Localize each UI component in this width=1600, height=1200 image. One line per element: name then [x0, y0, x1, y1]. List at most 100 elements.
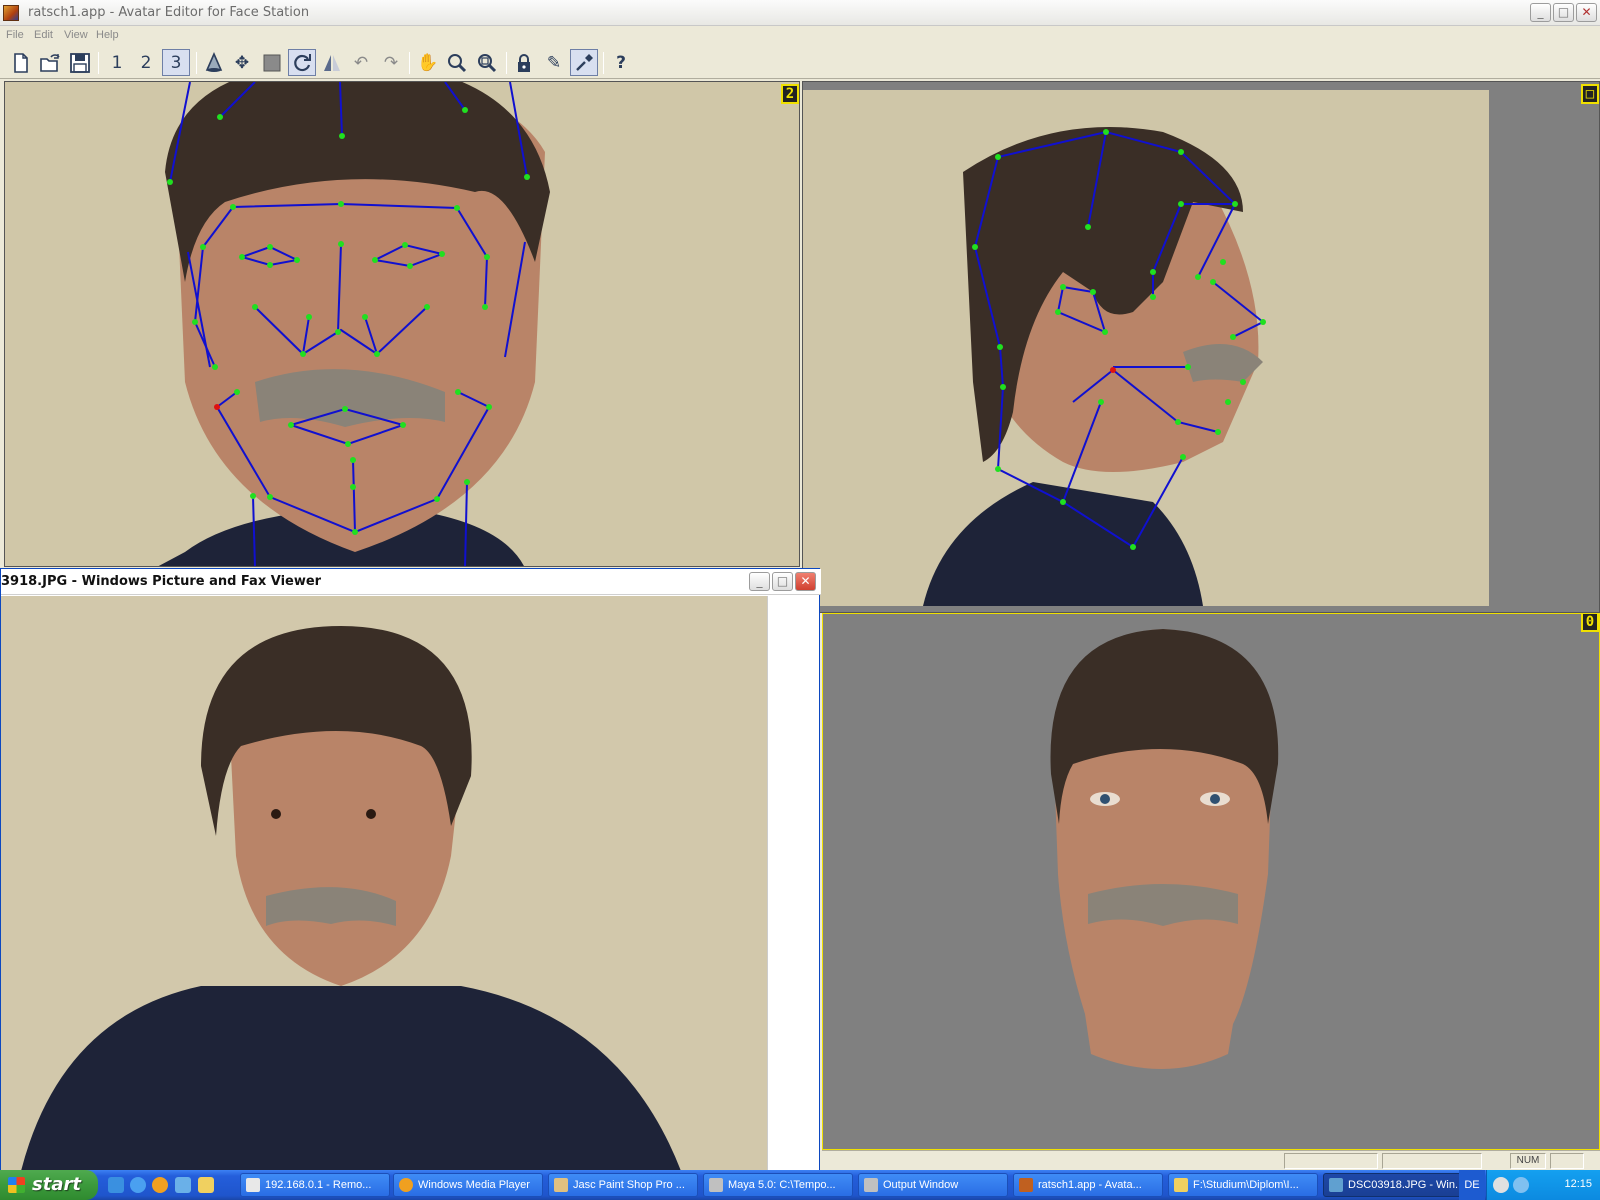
status-cell	[1284, 1153, 1378, 1169]
rotate-tool-button[interactable]	[288, 49, 316, 76]
open-file-button[interactable]	[36, 49, 64, 76]
taskbar-item-maya[interactable]: Maya 5.0: C:\Tempo...	[703, 1173, 853, 1197]
viewer-image-canvas	[1, 596, 767, 1171]
menu-edit[interactable]: Edit	[34, 29, 53, 41]
cone-tool-button[interactable]	[200, 49, 228, 76]
clock: 12:15	[1564, 1178, 1592, 1190]
zoom-extents-icon	[478, 53, 497, 72]
toolbar: 1 2 3 ✥ ↶ ↷ ✋ ✎ ?	[0, 46, 1600, 79]
menu-file[interactable]: File	[6, 29, 24, 41]
portrait-photo	[1, 596, 767, 1171]
model-viewport[interactable]: 0	[822, 613, 1600, 1150]
save-file-button[interactable]	[66, 49, 94, 76]
viewport-tag: 0	[1581, 614, 1599, 632]
redo-button[interactable]: ↷	[377, 49, 405, 76]
picture-viewer-icon	[1329, 1178, 1343, 1192]
folder-icon[interactable]	[198, 1177, 214, 1193]
mirror-icon	[324, 54, 340, 71]
menu-bar: File Edit View Help	[0, 26, 1600, 46]
taskbar-item-paint-shop[interactable]: Jasc Paint Shop Pro ...	[548, 1173, 698, 1197]
view-3-button[interactable]: 3	[162, 49, 190, 76]
viewer-close-button[interactable]: ✕	[795, 572, 816, 591]
mirror-tool-button[interactable]	[318, 49, 346, 76]
system-tray: DE 12:15	[1459, 1170, 1600, 1200]
pick-icon	[576, 53, 593, 71]
taskbar-item-picture-viewer[interactable]: DSC03918.JPG - Win...	[1323, 1173, 1473, 1197]
help-button[interactable]: ?	[607, 49, 635, 76]
new-file-icon	[14, 52, 28, 73]
tray-expand-icon[interactable]	[1493, 1177, 1509, 1193]
viewer-minimize-button[interactable]: _	[749, 572, 770, 591]
viewer-maximize-button[interactable]: □	[772, 572, 793, 591]
taskbar-item-remote-desktop[interactable]: 192.168.0.1 - Remo...	[240, 1173, 390, 1197]
browser-icon[interactable]	[130, 1177, 146, 1193]
internet-explorer-icon[interactable]	[108, 1177, 124, 1193]
lock-button[interactable]	[510, 49, 538, 76]
taskbar-item-avatar-editor[interactable]: ratsch1.app - Avata...	[1013, 1173, 1163, 1197]
task-label: Windows Media Player	[418, 1179, 530, 1191]
app-title: ratsch1.app - Avatar Editor for Face Sta…	[28, 5, 310, 20]
front-wireframe	[167, 82, 530, 566]
rotate-icon	[294, 53, 311, 71]
textured-head-model	[1050, 629, 1279, 1069]
toolbar-separator	[98, 52, 99, 74]
taskbar-item-explorer[interactable]: F:\Studium\Diplom\I...	[1168, 1173, 1318, 1197]
maximize-button[interactable]: □	[1553, 3, 1574, 22]
outlook-icon[interactable]	[175, 1177, 191, 1193]
task-label: Maya 5.0: C:\Tempo...	[728, 1179, 836, 1191]
viewer-scrollbar[interactable]	[767, 596, 819, 1171]
zoom-extents-button[interactable]	[473, 49, 501, 76]
toolbar-separator	[196, 52, 197, 74]
move-tool-button[interactable]: ✥	[228, 49, 256, 76]
maya-icon	[709, 1178, 723, 1192]
task-label: 192.168.0.1 - Remo...	[265, 1179, 372, 1191]
side-wireframe	[972, 129, 1266, 550]
app-icon	[3, 5, 19, 21]
pick-tool-button[interactable]	[570, 49, 598, 76]
toolbar-separator	[506, 52, 507, 74]
task-label: F:\Studium\Diplom\I...	[1193, 1179, 1299, 1191]
num-lock-indicator: NUM	[1510, 1153, 1546, 1169]
network-icon[interactable]	[1513, 1177, 1529, 1193]
square-icon	[263, 54, 281, 71]
pan-hand-button[interactable]: ✋	[414, 49, 442, 76]
floppy-disk-icon	[70, 52, 90, 73]
view-1-button[interactable]: 1	[103, 49, 131, 76]
view-2-button[interactable]: 2	[132, 49, 160, 76]
menu-help[interactable]: Help	[96, 29, 119, 41]
pencil-button[interactable]: ✎	[540, 49, 568, 76]
remote-desktop-icon	[246, 1178, 260, 1192]
menu-view[interactable]: View	[64, 29, 88, 41]
paint-shop-icon	[554, 1178, 568, 1192]
side-viewport[interactable]: □	[802, 81, 1600, 613]
media-player-icon[interactable]	[152, 1177, 168, 1193]
start-button[interactable]: start	[0, 1170, 98, 1200]
status-bar: NUM	[822, 1150, 1600, 1170]
folder-icon	[1174, 1178, 1188, 1192]
status-cell	[1382, 1153, 1482, 1169]
task-label: ratsch1.app - Avata...	[1038, 1179, 1142, 1191]
undo-button[interactable]: ↶	[347, 49, 375, 76]
zoom-button[interactable]	[443, 49, 471, 76]
picture-viewer-window[interactable]: 3918.JPG - Windows Picture and Fax Viewe…	[0, 568, 821, 1171]
start-label: start	[32, 1174, 81, 1195]
taskbar-item-output-window[interactable]: Output Window	[858, 1173, 1008, 1197]
front-viewport[interactable]: 2	[4, 81, 800, 567]
viewer-title-bar: 3918.JPG - Windows Picture and Fax Viewe…	[1, 569, 821, 595]
language-indicator[interactable]: DE	[1459, 1170, 1485, 1200]
magnifier-icon	[448, 53, 467, 72]
square-tool-button[interactable]	[258, 49, 286, 76]
app-title-bar: ratsch1.app - Avatar Editor for Face Sta…	[0, 0, 1600, 26]
taskbar-item-media-player[interactable]: Windows Media Player	[393, 1173, 543, 1197]
task-label: Jasc Paint Shop Pro ...	[573, 1179, 685, 1191]
cone-icon	[205, 51, 223, 72]
open-folder-icon	[40, 53, 60, 72]
close-button[interactable]: ✕	[1576, 3, 1597, 22]
taskbar: start 192.168.0.1 - Remo... Windows Medi…	[0, 1170, 1600, 1200]
avatar-editor-icon	[1019, 1178, 1033, 1192]
windows-flag-icon	[8, 1177, 25, 1193]
minimize-button[interactable]: _	[1530, 3, 1551, 22]
new-file-button[interactable]	[7, 49, 35, 76]
viewer-title: 3918.JPG - Windows Picture and Fax Viewe…	[1, 574, 322, 589]
media-player-icon	[399, 1178, 413, 1192]
